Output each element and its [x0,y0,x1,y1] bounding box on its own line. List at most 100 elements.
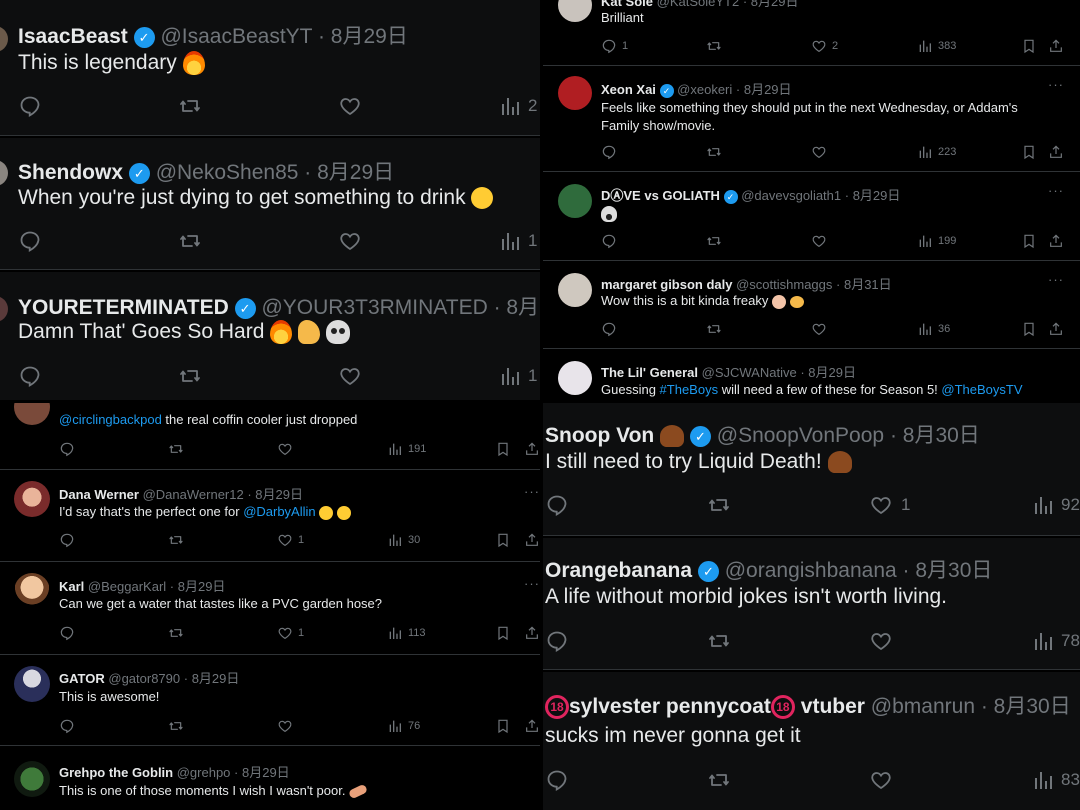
bookmark-button[interactable] [1021,233,1037,249]
tweet[interactable]: The Lil' General @SJCWANative · 8月29日 Gu… [543,350,1080,403]
avatar[interactable] [14,573,50,609]
avatar[interactable] [0,296,8,322]
reply-button[interactable] [59,625,75,641]
tweet-date[interactable]: · 8月29日 [800,365,856,380]
avatar[interactable] [0,160,8,186]
tweet-date[interactable]: · 8月31日 [836,277,892,292]
more-icon[interactable]: ··· [1048,272,1064,287]
retweet-button[interactable] [706,38,722,54]
share-button[interactable] [524,718,540,734]
tweet[interactable]: Snoop Von ✓ @SnoopVonPoop · 8月30日 I stil… [543,403,1080,536]
views-button[interactable]: 191 [387,441,426,457]
tweet-date[interactable]: · 8月29日 [318,25,408,48]
like-button[interactable] [811,144,827,160]
retweet-button[interactable] [707,629,731,653]
views-button[interactable]: 92 [1031,493,1080,517]
retweet-button[interactable] [178,94,202,118]
mention-link[interactable]: @DarbyAllin [243,504,315,519]
more-icon[interactable]: ··· [1048,183,1064,198]
author-handle[interactable]: @davevsgoliath1 [741,188,841,203]
author-name[interactable]: DⒶVE vs GOLIATH [601,188,720,203]
views-button[interactable]: 1 [498,364,537,388]
bookmark-button[interactable] [495,625,511,641]
tweet-date[interactable]: · 8月30日 [981,695,1071,718]
author-handle[interactable]: @orangishbanana [725,559,897,582]
author-handle[interactable]: @KatSoleYT2 [657,0,740,9]
author-name[interactable]: Dana Werner [59,487,139,502]
views-button[interactable]: 199 [917,233,956,249]
tweet[interactable]: YOURETERMINATED ✓ @YOUR3T3RMINATED · 8月2… [0,272,540,400]
mention-link[interactable]: @circlingbackpod [59,412,162,427]
author-name[interactable]: GATOR [59,671,105,686]
reply-button[interactable] [545,493,569,517]
avatar[interactable] [14,481,50,517]
reply-button[interactable] [18,94,42,118]
author-name[interactable]: The Lil' General [601,365,698,380]
author-handle[interactable]: @bmanrun [871,695,975,718]
more-icon[interactable]: ··· [1048,77,1064,92]
reply-button[interactable] [18,229,42,253]
retweet-button[interactable] [168,718,184,734]
share-button[interactable] [1048,38,1064,54]
reply-button[interactable] [601,144,617,160]
retweet-button[interactable] [707,493,731,517]
tweet-date[interactable]: · 8月30日 [890,424,980,447]
author-handle[interactable]: @scottishmaggs [736,277,832,292]
reply-button[interactable]: 1 [601,38,628,54]
reply-button[interactable] [59,441,75,457]
author-name[interactable]: margaret gibson daly [601,277,732,292]
tweet-date[interactable]: · 8月29 [494,296,540,319]
mention-link[interactable]: @TheBoysTV [941,382,1022,397]
avatar[interactable] [0,26,8,52]
tweet[interactable]: DⒶVE vs GOLIATH ✓ @davevsgoliath1 · 8月29… [543,173,1080,261]
reply-button[interactable] [601,321,617,337]
views-button[interactable]: 383 [917,38,956,54]
avatar[interactable] [558,184,592,218]
retweet-button[interactable] [168,441,184,457]
tweet-date[interactable]: · 8月29日 [170,579,226,594]
author-name[interactable]: Xeon Xai [601,82,656,97]
views-button[interactable]: 36 [917,321,950,337]
views-button[interactable]: 2 [498,94,537,118]
retweet-button[interactable] [178,364,202,388]
retweet-button[interactable] [707,768,731,792]
author-name[interactable]: Karl [59,579,84,594]
avatar[interactable] [558,273,592,307]
views-button[interactable]: 30 [387,532,420,548]
author-name[interactable]: IsaacBeast [18,25,128,48]
like-button[interactable] [338,229,362,253]
tweet[interactable]: Xeon Xai ✓ @xeokeri · 8月29日 ··· Feels li… [543,67,1080,172]
reply-button[interactable] [545,629,569,653]
avatar[interactable] [558,0,592,22]
tweet-date[interactable]: · 8月29日 [304,161,394,184]
author-name[interactable]: YOURETERMINATED [18,296,229,319]
author-handle[interactable]: @YOUR3T3RMINATED [261,296,487,319]
tweet[interactable]: Shendowx ✓ @NekoShen85 · 8月29日 When you'… [0,138,540,270]
author-name[interactable]: Kat Sole [601,0,653,9]
tweet[interactable]: Orangebanana ✓ @orangishbanana · 8月30日 A… [543,538,1080,670]
like-button[interactable]: 1 [277,532,304,548]
retweet-button[interactable] [706,144,722,160]
bookmark-button[interactable] [495,532,511,548]
author-handle[interactable]: @DanaWerner12 [143,487,244,502]
share-button[interactable] [524,625,540,641]
like-button[interactable] [869,768,893,792]
views-button[interactable]: 83 [1031,768,1080,792]
views-button[interactable]: 223 [917,144,956,160]
retweet-button[interactable] [168,625,184,641]
author-name[interactable]: Grehpo the Goblin [59,765,173,780]
tweet[interactable]: margaret gibson daly @scottishmaggs · 8月… [543,262,1080,349]
like-button[interactable] [338,364,362,388]
bookmark-button[interactable] [495,441,511,457]
bookmark-button[interactable] [1021,321,1037,337]
tweet-date[interactable]: · 8月29日 [743,0,799,9]
share-button[interactable] [1048,321,1064,337]
author-name-suffix[interactable]: vtuber [795,695,865,718]
author-handle[interactable]: @IsaacBeastYT [160,25,312,48]
like-button[interactable] [277,718,293,734]
avatar[interactable] [558,361,592,395]
share-button[interactable] [524,532,540,548]
like-button[interactable]: 2 [811,38,838,54]
avatar[interactable] [14,761,50,797]
tweet-date[interactable]: · 8月29日 [845,188,901,203]
